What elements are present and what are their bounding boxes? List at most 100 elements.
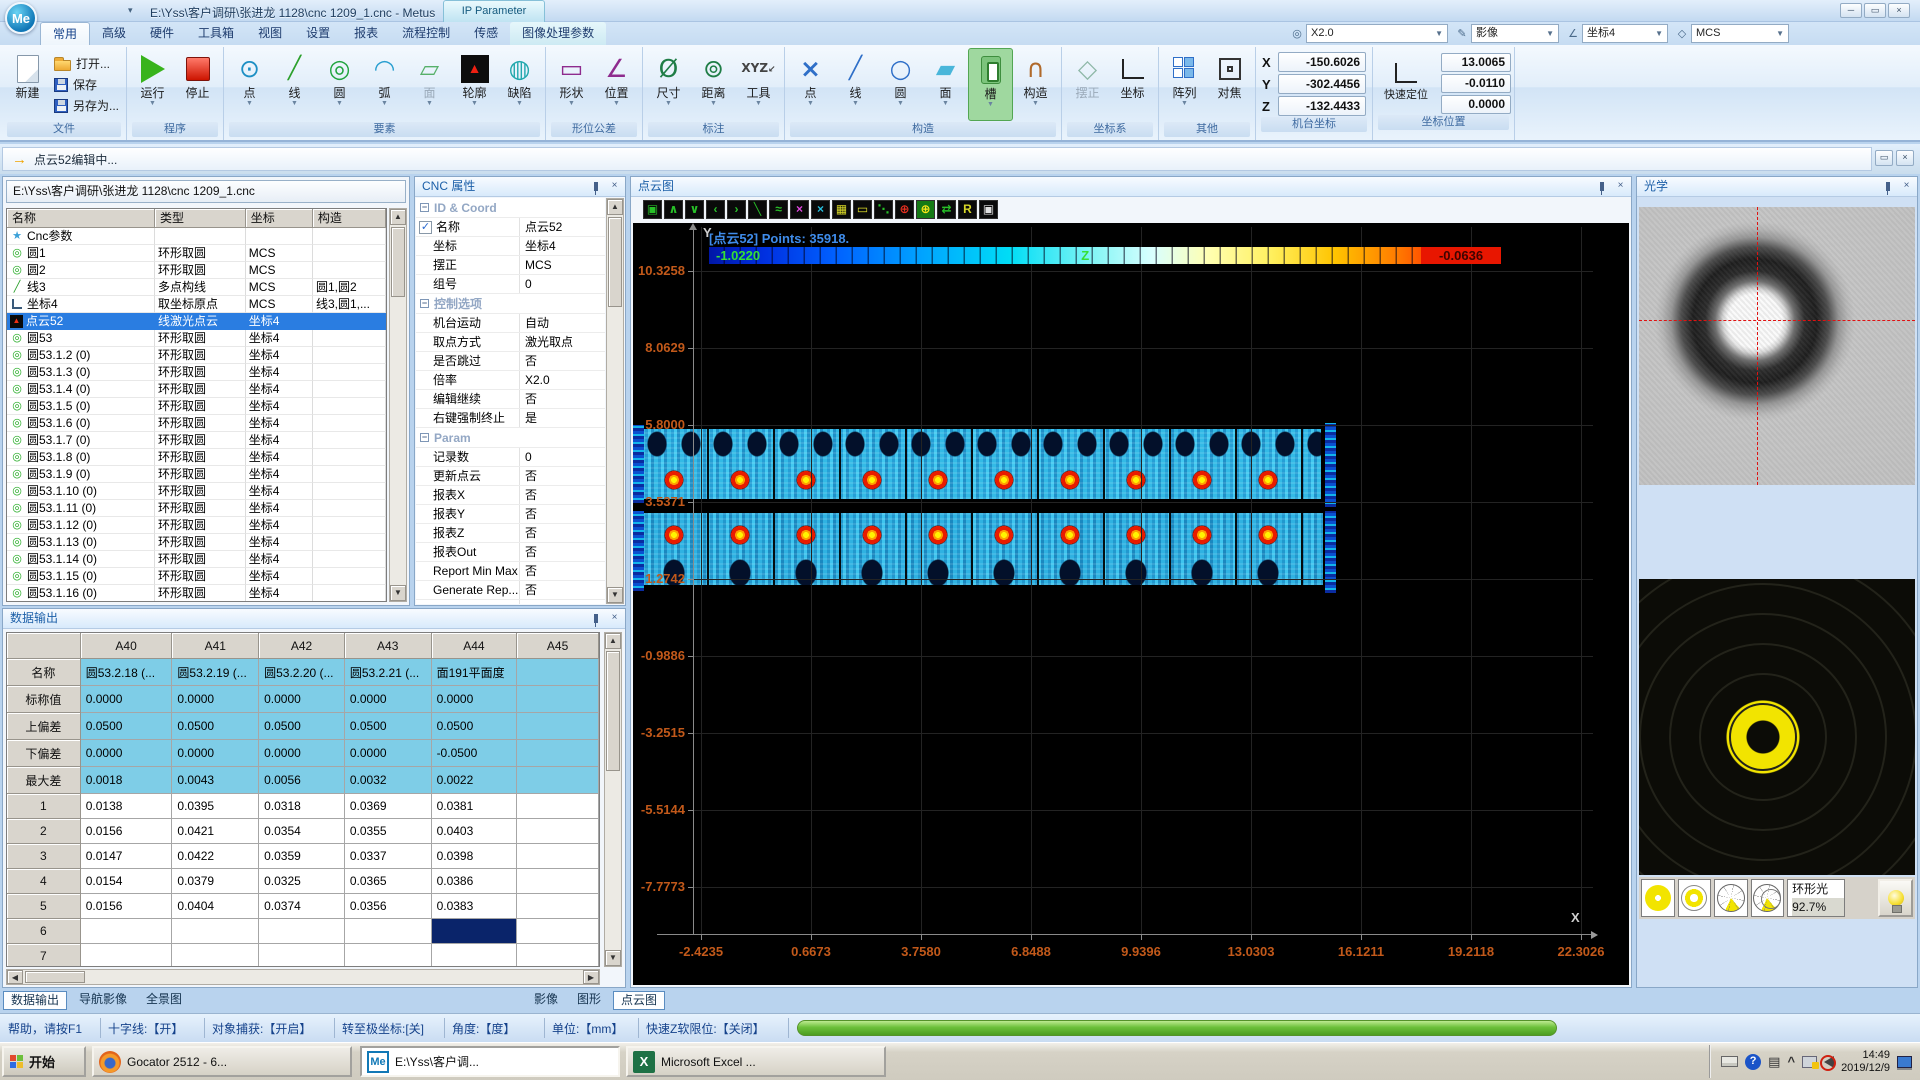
speaker-muted-icon[interactable] <box>1824 1056 1834 1068</box>
ribbon-button-位置[interactable]: ∠位置▼ <box>594 48 639 121</box>
multi-ring-wheel-icon[interactable] <box>1751 879 1785 917</box>
ribbon-button-运行[interactable]: 运行▼ <box>130 48 175 121</box>
cnc-property-row[interactable]: 是否跳过否 <box>416 352 605 371</box>
combo-value[interactable]: 影像▼ <box>1471 24 1559 43</box>
tree-column-header-类型[interactable]: 类型 <box>155 209 246 228</box>
table-cell[interactable]: 0.0318 <box>259 794 345 819</box>
tree-row[interactable]: ◎圆53.1.2 (0)环形取圆坐标4 <box>7 347 386 364</box>
table-cell[interactable] <box>81 919 173 944</box>
property-value[interactable]: 激光取点 <box>520 333 605 351</box>
table-cell[interactable]: 0.0337 <box>345 844 432 869</box>
table-cell[interactable]: 0.0154 <box>81 869 173 894</box>
table-cell[interactable]: 0.0000 <box>172 686 259 713</box>
scroll-thumb[interactable] <box>606 651 620 771</box>
view-tab-导航影像[interactable]: 导航影像 <box>72 991 134 1010</box>
table-cell[interactable]: 0.0000 <box>259 686 345 713</box>
minimize-button[interactable]: ─ <box>1840 3 1862 18</box>
tree-row[interactable]: ◎圆53.1.16 (0)环形取圆坐标4 <box>7 585 386 602</box>
table-cell[interactable]: 0.0000 <box>81 740 173 767</box>
table-cell[interactable]: 0.0379 <box>172 869 259 894</box>
table-cell[interactable]: 0.0147 <box>81 844 173 869</box>
table-cell[interactable] <box>517 844 599 869</box>
tree-row[interactable]: ◎圆53.1.15 (0)环形取圆坐标4 <box>7 568 386 585</box>
close-icon[interactable]: × <box>1613 179 1628 194</box>
table-cell[interactable]: 0.0369 <box>345 794 432 819</box>
ribbon-button-摆正[interactable]: ◇摆正 <box>1065 48 1110 121</box>
table-column-header[interactable]: A45 <box>517 633 599 659</box>
cnc-property-row[interactable]: Export Out... <box>416 600 605 604</box>
ribbon-button-缺陷[interactable]: ◍缺陷▼ <box>497 48 542 121</box>
table-row-header[interactable]: 名称 <box>7 659 81 686</box>
table-cell[interactable]: 0.0022 <box>432 767 518 794</box>
table-cell[interactable]: 0.0356 <box>345 894 432 919</box>
property-value[interactable]: 0 <box>520 275 605 293</box>
table-cell[interactable]: 圆53.2.21 (... <box>345 659 432 686</box>
locate-center-icon[interactable]: ⊕ <box>895 200 914 219</box>
property-value[interactable] <box>520 600 605 604</box>
cnc-property-row[interactable]: 报表Y否 <box>416 505 605 524</box>
ribbon-button-构造[interactable]: ∩构造▼ <box>1013 48 1058 121</box>
property-value[interactable]: X2.0 <box>520 371 605 389</box>
cnc-property-row[interactable]: 坐标坐标4 <box>416 237 605 256</box>
tree-row[interactable]: ◎圆53.1.13 (0)环形取圆坐标4 <box>7 534 386 551</box>
locate-center-active-icon[interactable]: ⊕ <box>916 200 935 219</box>
cnc-property-row[interactable]: 编辑继续否 <box>416 390 605 409</box>
segment-wheel-icon[interactable] <box>1714 879 1748 917</box>
cnc-property-row[interactable]: Generate Rep...否 <box>416 581 605 600</box>
ribbon-button-距离[interactable]: ⊚距离▼ <box>691 48 736 121</box>
tab-图像处理参数[interactable]: 图像处理参数 <box>510 22 606 45</box>
table-cell[interactable] <box>259 919 345 944</box>
cnc-property-row[interactable]: 报表Out否 <box>416 543 605 562</box>
save-button[interactable]: 保存 <box>54 76 119 93</box>
tree-column-header-构造[interactable]: 构造 <box>313 209 386 228</box>
table-column-header[interactable]: A41 <box>172 633 259 659</box>
property-value[interactable]: 否 <box>520 486 605 504</box>
table-cell[interactable]: 0.0500 <box>172 713 259 740</box>
rotate-up-icon[interactable]: ∧ <box>664 200 683 219</box>
scroll-up-icon[interactable]: ▲ <box>607 199 623 215</box>
chevron-up-icon[interactable]: ^ <box>1787 1054 1795 1069</box>
tree-row[interactable]: 坐标4取坐标原点MCS线3,圆1,... <box>7 296 386 313</box>
table-cell[interactable]: 0.0365 <box>345 869 432 894</box>
table-cell[interactable] <box>432 919 518 944</box>
taskbar-window-button[interactable]: MeE:\Yss\客户调... <box>360 1046 620 1077</box>
scroll-right-icon[interactable]: ▶ <box>583 970 599 984</box>
filter-points-icon[interactable]: ⋱ <box>874 200 893 219</box>
cnc-section-控制选项[interactable]: −控制选项 <box>416 294 605 314</box>
table-row-header[interactable]: 最大差 <box>7 767 81 794</box>
start-button[interactable]: 开始 <box>2 1046 86 1077</box>
coaxial-light-icon[interactable] <box>1641 879 1675 917</box>
ribbon-button-圆[interactable]: ○圆▼ <box>878 48 923 121</box>
cnc-property-row[interactable]: ✓名称点云52 <box>416 218 605 237</box>
cnc-property-row[interactable]: 记录数0 <box>416 448 605 467</box>
property-value[interactable]: 否 <box>520 581 605 599</box>
translate-view-icon[interactable]: ⇄ <box>937 200 956 219</box>
view-tab-数据输出[interactable]: 数据输出 <box>3 991 67 1010</box>
rotate-r-icon[interactable]: R <box>958 200 977 219</box>
scroll-down-icon[interactable]: ▼ <box>607 587 623 603</box>
ribbon-button-面[interactable]: ▰面▼ <box>923 48 968 121</box>
taskbar-window-button[interactable]: Gocator 2512 - 6... <box>92 1046 352 1077</box>
ribbon-button-对焦[interactable]: 对焦 <box>1207 48 1252 121</box>
tab-报表[interactable]: 报表 <box>342 22 390 45</box>
property-value[interactable]: 否 <box>520 467 605 485</box>
table-cell[interactable]: 圆53.2.20 (... <box>259 659 345 686</box>
table-cell[interactable]: 0.0000 <box>345 686 432 713</box>
scroll-up-icon[interactable]: ▲ <box>605 633 621 649</box>
profile-curve-icon[interactable]: ≈ <box>769 200 788 219</box>
table-row-header[interactable]: 1 <box>7 794 81 819</box>
table-cell[interactable] <box>517 919 599 944</box>
table-cell[interactable] <box>172 944 259 967</box>
table-cell[interactable]: 圆53.2.19 (... <box>172 659 259 686</box>
scroll-thumb[interactable] <box>391 227 405 297</box>
table-cell[interactable]: 0.0138 <box>81 794 173 819</box>
save-as-button[interactable]: 另存为... <box>54 97 119 114</box>
open-button[interactable]: 打开... <box>54 55 119 72</box>
help-icon[interactable]: ? <box>1745 1054 1761 1070</box>
table-cell[interactable] <box>517 767 599 794</box>
table-column-header[interactable]: A44 <box>432 633 518 659</box>
cnc-property-row[interactable]: 摆正MCS <box>416 256 605 275</box>
notice-close-button[interactable]: × <box>1896 150 1914 166</box>
pin-icon[interactable] <box>588 611 603 626</box>
table-cell[interactable] <box>517 686 599 713</box>
